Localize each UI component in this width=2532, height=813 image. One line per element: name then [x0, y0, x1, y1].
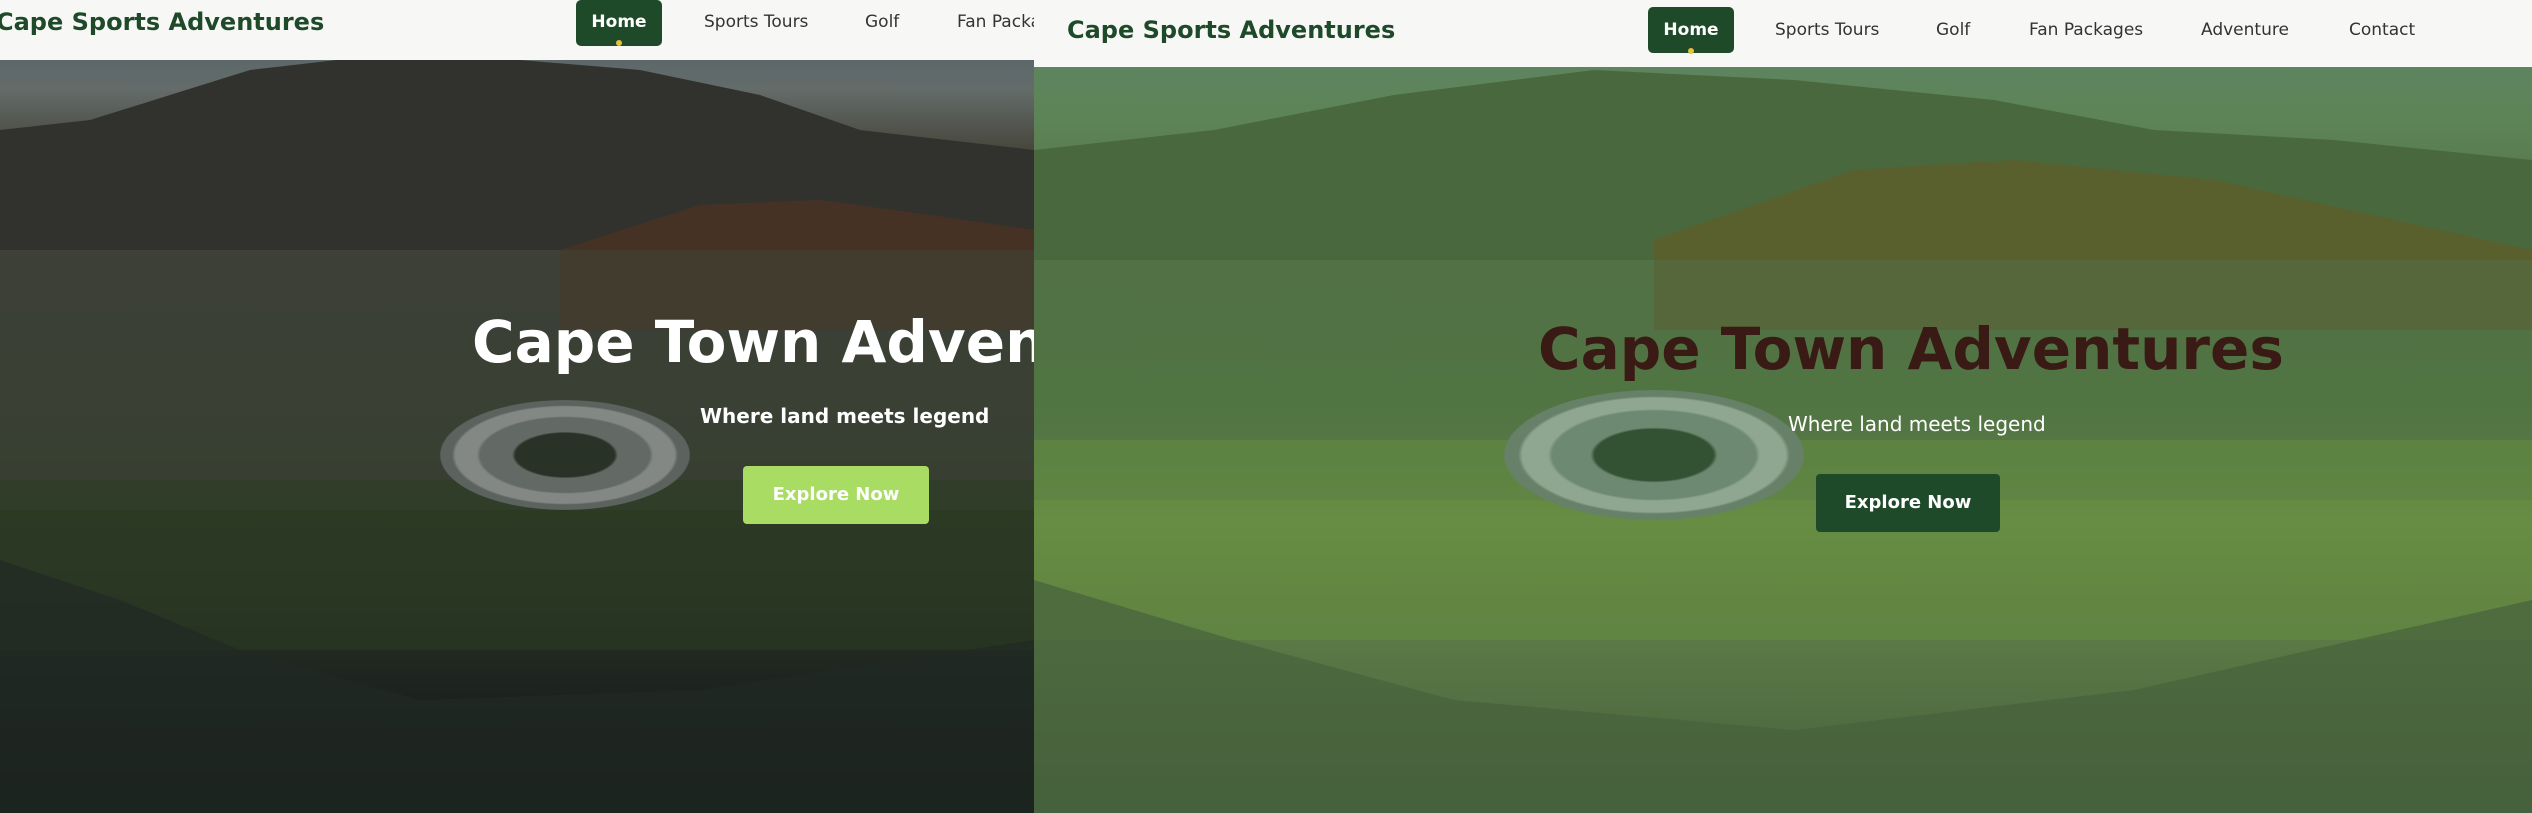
- explore-now-label: Explore Now: [772, 484, 900, 505]
- hero-title: Cape Town Adventures: [1538, 315, 2284, 383]
- top-navbar: Cape Sports Adventures Home Sports Tours…: [0, 0, 1034, 60]
- nav-contact[interactable]: Contact: [2349, 20, 2415, 40]
- nav-active-dot: [616, 40, 622, 46]
- nav-golf[interactable]: Golf: [865, 12, 899, 32]
- nav-sports-tours[interactable]: Sports Tours: [1775, 20, 1879, 40]
- nav-active-dot: [1688, 48, 1694, 54]
- hero-subtitle: Where land meets legend: [700, 404, 990, 428]
- nav-fan-packages[interactable]: Fan Packages: [2029, 20, 2143, 40]
- hero-title: Cape Town Adven: [472, 308, 1034, 376]
- brand-logo-text[interactable]: Cape Sports Adventures: [0, 8, 324, 36]
- nav-golf[interactable]: Golf: [1936, 20, 1970, 40]
- hero-background-image: [1034, 0, 2532, 813]
- brand-logo-text[interactable]: Cape Sports Adventures: [1067, 16, 1395, 44]
- nav-fan-packages[interactable]: Fan Packa: [957, 12, 1034, 32]
- nav-sports-tours[interactable]: Sports Tours: [704, 12, 808, 32]
- right-screenshot-panel: Cape Sports Adventures Home Sports Tours…: [1034, 0, 2532, 813]
- nav-home-label: Home: [591, 12, 647, 32]
- left-screenshot-panel: Cape Sports Adventures Home Sports Tours…: [0, 0, 1034, 813]
- nav-home[interactable]: Home: [1648, 7, 1734, 53]
- explore-now-button[interactable]: Explore Now: [1816, 474, 2000, 532]
- nav-home-label: Home: [1663, 20, 1719, 40]
- nav-adventure[interactable]: Adventure: [2201, 20, 2289, 40]
- top-navbar: Cape Sports Adventures Home Sports Tours…: [1034, 0, 2532, 67]
- explore-now-label: Explore Now: [1844, 492, 1972, 513]
- hero-subtitle: Where land meets legend: [1788, 412, 2046, 436]
- green-overlay: [1034, 0, 2532, 813]
- explore-now-button[interactable]: Explore Now: [743, 466, 929, 524]
